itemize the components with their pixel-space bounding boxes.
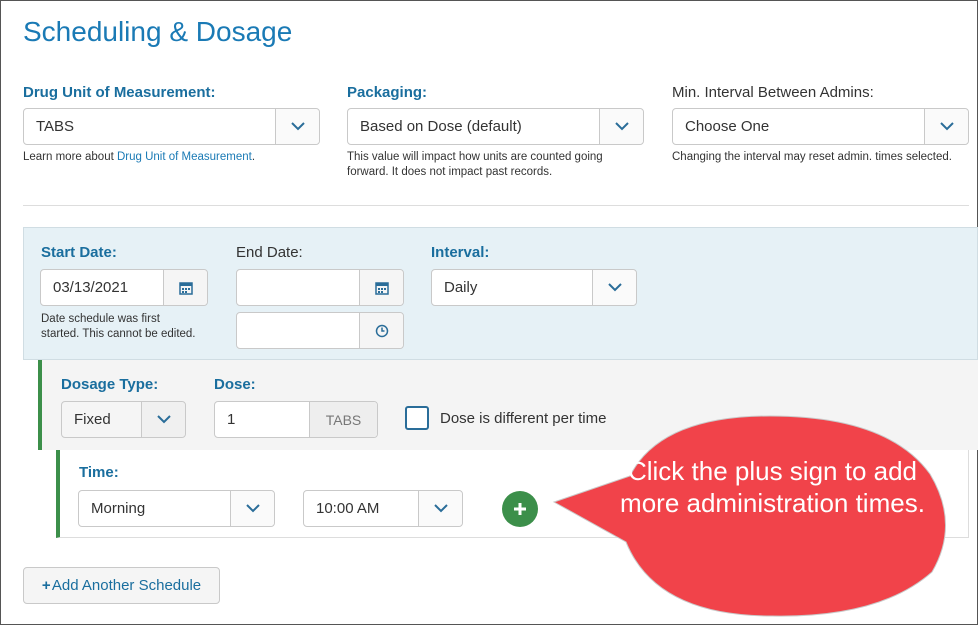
min-interval-help: Changing the interval may reset admin. t… (672, 151, 952, 163)
clock-icon[interactable] (359, 313, 403, 348)
unit-of-measure-value: TABS (36, 118, 75, 135)
chevron-down-icon[interactable] (141, 402, 185, 437)
packaging-label: Packaging: (347, 84, 428, 101)
dose-field[interactable]: 1 TABS (214, 401, 378, 438)
interval-select[interactable]: Daily (431, 269, 637, 306)
help-line: started. This cannot be edited. (41, 328, 196, 340)
calendar-icon[interactable] (359, 270, 403, 305)
start-date-help: Date schedule was first started. This ca… (41, 312, 196, 342)
help-text: . (251, 151, 256, 163)
dose-unit-addon: TABS (309, 402, 377, 437)
time-period-value: Morning (91, 500, 146, 517)
packaging-help: This value will impact how units are cou… (347, 150, 603, 180)
time-label: Time: (79, 464, 119, 481)
dose-different-checkbox[interactable] (405, 406, 429, 430)
interval-value: Daily (444, 279, 478, 296)
add-schedule-button[interactable]: + Add Another Schedule (23, 567, 220, 604)
start-date-label: Start Date: (41, 244, 117, 261)
help-line: This value will impact how units are cou… (347, 151, 603, 163)
add-schedule-label: Add Another Schedule (51, 577, 202, 594)
unit-of-measure-link[interactable]: Drug Unit of Measurement (117, 151, 252, 163)
end-date-field[interactable] (236, 269, 404, 306)
chevron-down-icon[interactable] (418, 491, 462, 526)
chevron-down-icon[interactable] (275, 109, 319, 144)
min-interval-value: Choose One (685, 118, 770, 135)
end-date-value (237, 270, 359, 305)
callout-text: Click the plus sign to add more administ… (620, 456, 925, 518)
unit-of-measure-help: Learn more about Drug Unit of Measuremen… (23, 150, 255, 165)
chevron-down-icon[interactable] (599, 109, 643, 144)
chevron-down-icon[interactable] (592, 270, 636, 305)
end-time-field[interactable] (236, 312, 404, 349)
plus-icon (514, 503, 526, 515)
packaging-select[interactable]: Based on Dose (default) (347, 108, 644, 145)
help-line: Date schedule was first (41, 313, 160, 325)
time-clock-select[interactable]: 10:00 AM (303, 490, 463, 527)
chevron-down-icon[interactable] (924, 109, 968, 144)
page-title: Scheduling & Dosage (23, 16, 293, 47)
interval-label: Interval: (431, 244, 490, 261)
dosage-type-select[interactable]: Fixed (61, 401, 186, 438)
start-date-value: 03/13/2021 (53, 279, 129, 296)
start-date-field[interactable]: 03/13/2021 (40, 269, 208, 306)
packaging-value: Based on Dose (default) (360, 118, 522, 135)
min-interval-label: Min. Interval Between Admins: (672, 84, 874, 101)
calendar-icon[interactable] (163, 270, 207, 305)
min-interval-select[interactable]: Choose One (672, 108, 969, 145)
dose-label: Dose: (214, 376, 256, 393)
plus-icon: + (41, 577, 51, 594)
time-clock-value: 10:00 AM (316, 500, 380, 517)
unit-of-measure-label: Drug Unit of Measurement: (23, 84, 216, 101)
divider (23, 205, 969, 206)
help-line: forward. It does not impact past records… (347, 166, 553, 178)
chevron-down-icon[interactable] (230, 491, 274, 526)
end-date-label: End Date: (236, 244, 303, 261)
end-time-value (237, 313, 359, 348)
unit-of-measure-select[interactable]: TABS (23, 108, 320, 145)
dosage-type-label: Dosage Type: (61, 376, 159, 393)
time-period-select[interactable]: Morning (78, 490, 275, 527)
add-time-button[interactable] (502, 491, 538, 527)
help-text: Learn more about (23, 151, 117, 163)
dose-value: 1 (227, 411, 236, 428)
dosage-type-value: Fixed (74, 411, 111, 428)
